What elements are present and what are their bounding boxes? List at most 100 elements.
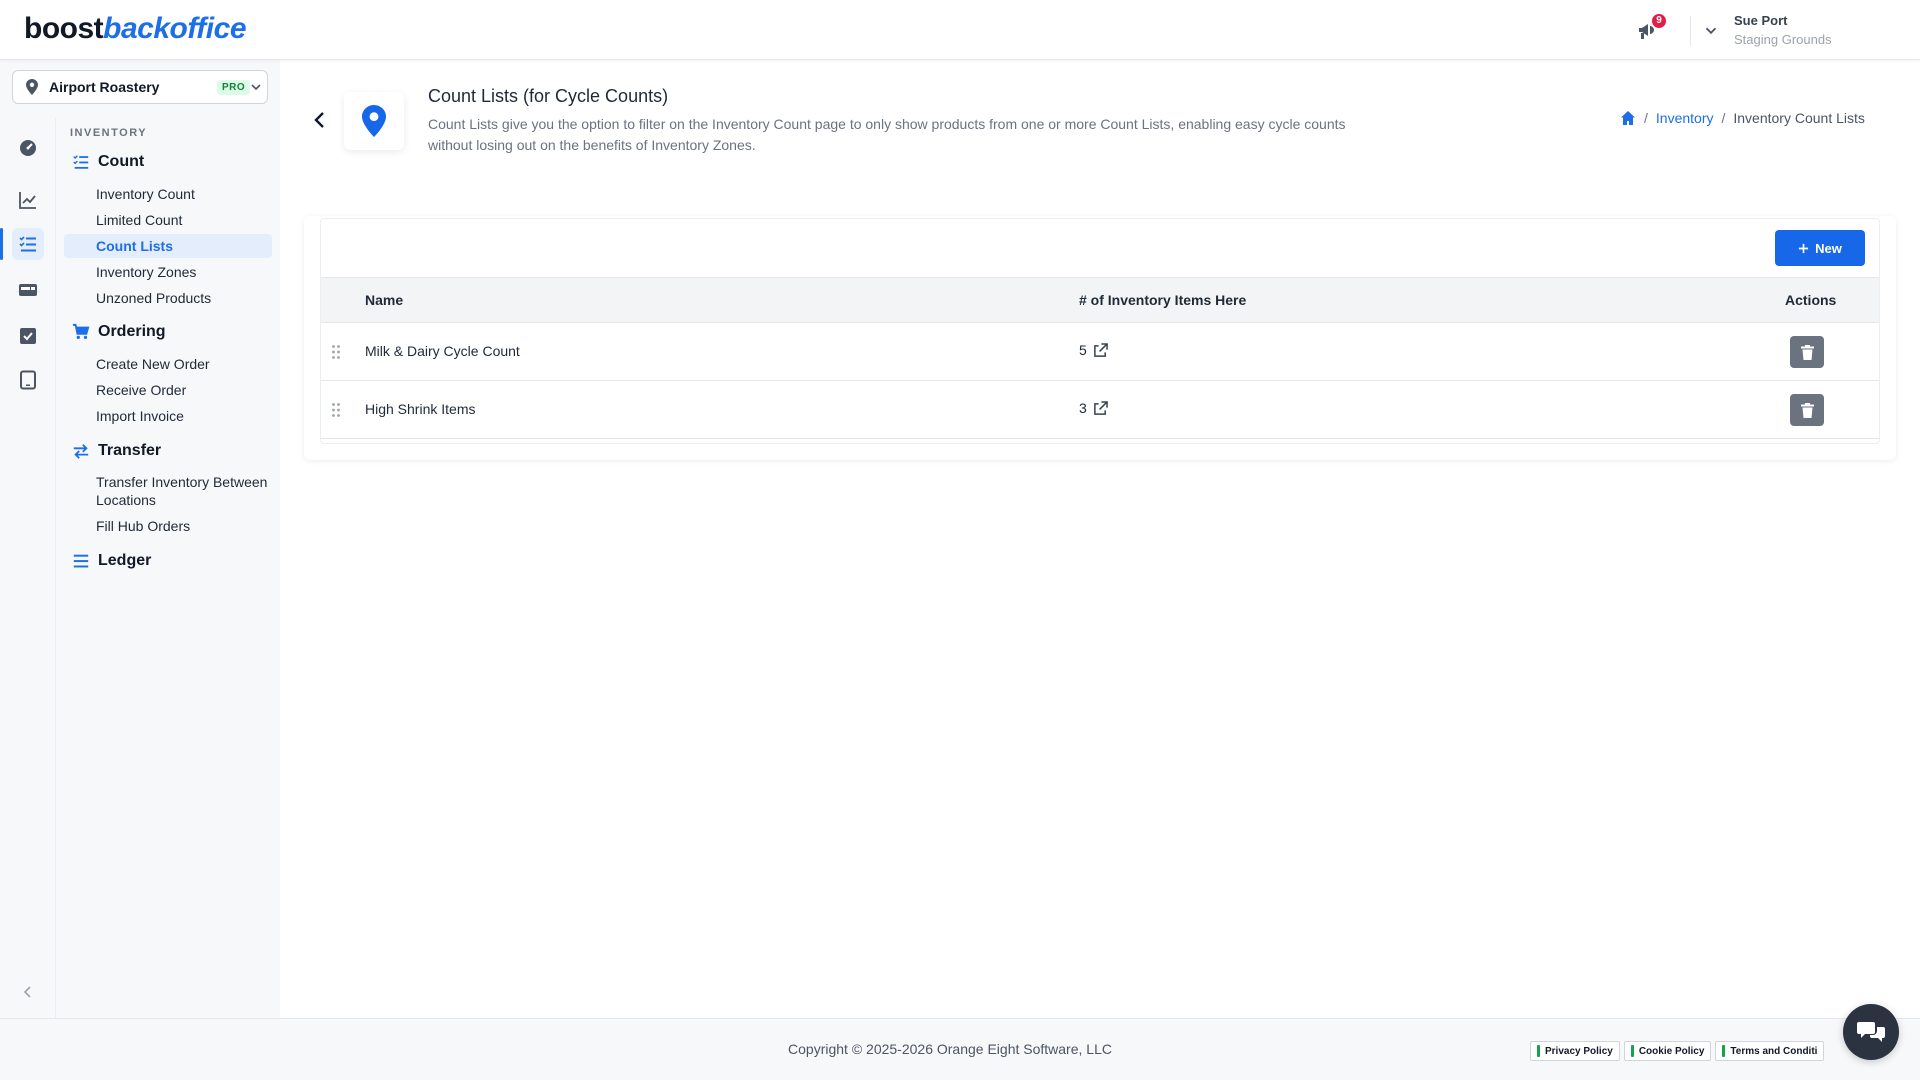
sidebar-item-inventory-zones[interactable]: Inventory Zones (64, 260, 272, 284)
rail-tasks[interactable] (12, 320, 44, 352)
rail-pos[interactable] (12, 274, 44, 306)
rail-reports[interactable] (12, 184, 44, 216)
cookie-policy-link[interactable]: Cookie Policy (1623, 1041, 1712, 1061)
breadcrumb-current: Inventory Count Lists (1733, 110, 1865, 126)
brand-logo[interactable]: boostbackoffice (24, 12, 247, 46)
chevron-down-icon[interactable] (1702, 22, 1720, 40)
count-lists-card: New Name # of Inventory Items Here Actio… (304, 216, 1896, 460)
nav-group-label: Transfer (98, 442, 162, 459)
column-header-name[interactable]: Name (365, 292, 403, 308)
nav-group-label: Count (98, 153, 145, 170)
row-item-count: 3 (1079, 400, 1087, 416)
sidebar-nav: INVENTORY Count Inventory Count Limited … (58, 118, 280, 1018)
sidebar-item-transfer-inventory[interactable]: Transfer Inventory Between Locations (64, 470, 272, 510)
count-lists-table: New Name # of Inventory Items Here Actio… (320, 218, 1880, 444)
external-link-icon (1093, 342, 1108, 357)
card-icon (19, 284, 37, 296)
sidebar-item-unzoned-products[interactable]: Unzoned Products (64, 286, 272, 310)
external-link-icon (1093, 400, 1108, 415)
location-selector[interactable]: Airport Roastery PRO (12, 70, 268, 104)
pro-badge: PRO (217, 80, 251, 95)
map-pin-icon (362, 105, 386, 137)
announcements-button[interactable]: 9 (1636, 14, 1666, 44)
back-arrow-icon[interactable] (310, 108, 330, 132)
terms-link[interactable]: Terms and Conditi (1715, 1041, 1825, 1061)
top-bar: boostbackoffice 9 Sue Port Staging Groun… (0, 0, 1920, 60)
row-name: Milk & Dairy Cycle Count (365, 343, 520, 359)
rail-dashboard[interactable] (12, 132, 44, 164)
nav-group-count[interactable]: Count (72, 153, 144, 171)
sidebar-item-create-new-order[interactable]: Create New Order (64, 352, 272, 376)
rail-active-indicator (0, 228, 3, 260)
page-icon-container (344, 92, 404, 150)
sidebar-item-fill-hub-orders[interactable]: Fill Hub Orders (64, 514, 272, 538)
collapse-sidebar-icon[interactable] (18, 982, 38, 1002)
sidebar-item-limited-count[interactable]: Limited Count (64, 208, 272, 232)
nav-group-label: Ordering (98, 323, 166, 340)
breadcrumb-separator: / (1644, 110, 1648, 126)
nav-group-ledger[interactable]: Ledger (72, 552, 151, 570)
sidebar-item-count-lists[interactable]: Count Lists (64, 234, 272, 258)
privacy-policy-link[interactable]: Privacy Policy (1530, 1041, 1620, 1061)
user-name[interactable]: Sue Port (1734, 13, 1787, 28)
list-icon (73, 554, 89, 568)
page-description: Count Lists give you the option to filte… (428, 116, 1346, 153)
policy-mark (1722, 1045, 1726, 1057)
tablet-icon (20, 370, 36, 390)
column-header-count[interactable]: # of Inventory Items Here (1079, 292, 1246, 308)
drag-handle-icon[interactable] (331, 344, 341, 360)
rail-devices[interactable] (12, 364, 44, 396)
plus-icon (1799, 243, 1809, 253)
nav-group-transfer[interactable]: Transfer (72, 442, 161, 460)
row-item-count-link[interactable]: 3 (1079, 400, 1108, 416)
new-count-list-button[interactable]: New (1775, 230, 1865, 266)
breadcrumb-inventory[interactable]: Inventory (1656, 110, 1714, 126)
sidebar-item-inventory-count[interactable]: Inventory Count (64, 182, 272, 206)
delete-button[interactable] (1790, 336, 1824, 368)
page-title: Count Lists (for Cycle Counts) (428, 86, 669, 106)
breadcrumb-home[interactable] (1620, 110, 1636, 126)
chat-icon (1857, 1022, 1885, 1042)
map-pin-icon (26, 79, 38, 95)
icon-rail (0, 118, 56, 1018)
policy-mark (1630, 1045, 1634, 1057)
sidebar-item-receive-order[interactable]: Receive Order (64, 378, 272, 402)
table-header: Name # of Inventory Items Here Actions (321, 277, 1879, 323)
chevron-down-icon (251, 84, 261, 91)
footer: Copyright © 2025-2026 Orange Eight Softw… (0, 1018, 1920, 1080)
logo-text-backoffice: backoffice (103, 12, 247, 45)
drag-handle-icon[interactable] (331, 402, 341, 418)
transfer-icon (73, 444, 89, 459)
user-organization: Staging Grounds (1734, 32, 1832, 47)
sidebar-item-import-invoice[interactable]: Import Invoice (64, 404, 272, 428)
policy-label: Terms and Conditi (1730, 1045, 1818, 1057)
table-row: High Shrink Items 3 (321, 381, 1879, 439)
location-name: Airport Roastery (49, 79, 160, 95)
trash-icon (1800, 344, 1814, 360)
main-content: Count Lists (for Cycle Counts) Count Lis… (280, 60, 1920, 1018)
header-divider (1690, 16, 1691, 46)
trash-icon (1800, 402, 1814, 418)
checklist-icon (73, 155, 89, 169)
checklist-icon (19, 236, 36, 252)
row-item-count-link[interactable]: 5 (1079, 342, 1108, 358)
policy-label: Privacy Policy (1545, 1045, 1613, 1057)
table-row: Milk & Dairy Cycle Count 5 (321, 323, 1879, 381)
nav-group-label: Ledger (98, 552, 152, 569)
delete-button[interactable] (1790, 394, 1824, 426)
checkbox-icon (20, 328, 36, 344)
nav-section-caption: INVENTORY (70, 127, 148, 139)
breadcrumb-separator: / (1721, 110, 1726, 126)
row-item-count: 5 (1079, 342, 1087, 358)
home-icon (1621, 111, 1635, 125)
policy-label: Cookie Policy (1638, 1045, 1705, 1057)
chat-widget-button[interactable] (1843, 1004, 1899, 1060)
row-name: High Shrink Items (365, 401, 476, 417)
notification-badge: 9 (1652, 14, 1666, 28)
breadcrumb: / Inventory / Inventory Count Lists (1620, 110, 1865, 126)
rail-inventory[interactable] (12, 228, 44, 260)
logo-text-boost: boost (24, 12, 104, 45)
chart-line-icon (19, 192, 36, 209)
nav-group-ordering[interactable]: Ordering (72, 323, 166, 341)
policy-links: Privacy Policy Cookie Policy Terms and C… (1530, 1041, 1825, 1061)
